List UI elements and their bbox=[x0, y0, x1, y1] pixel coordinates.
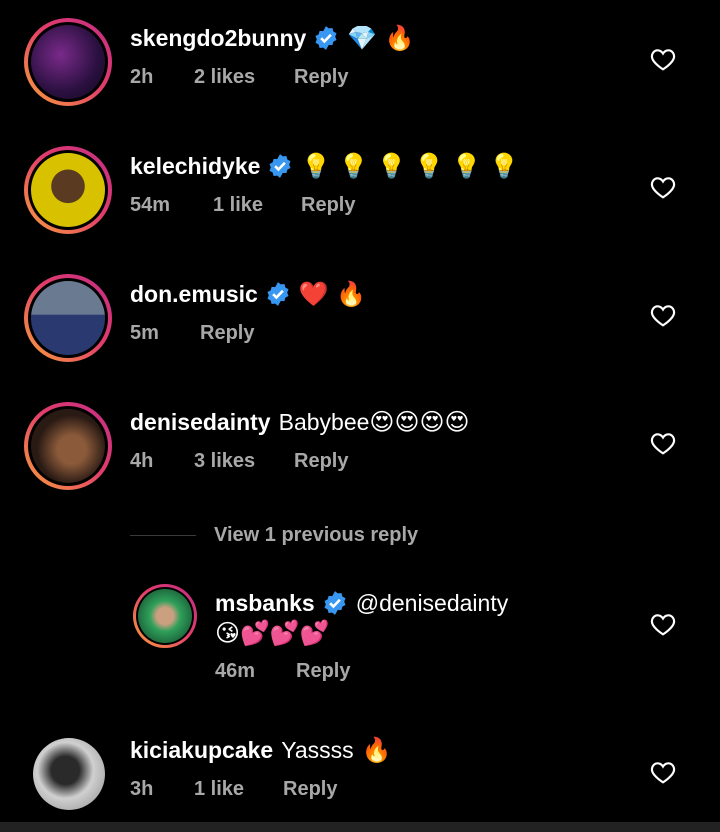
mention-link[interactable]: @denisedainty bbox=[356, 588, 509, 618]
like-heart-icon[interactable] bbox=[650, 431, 676, 455]
comment-emoji: 😘💕💕💕 bbox=[215, 619, 330, 647]
likes-count[interactable]: 1 like bbox=[194, 778, 244, 801]
comment-emoji: ❤️ 🔥 bbox=[298, 280, 367, 308]
avatar[interactable] bbox=[133, 584, 197, 648]
username[interactable]: denisedainty bbox=[130, 407, 271, 437]
avatar[interactable] bbox=[24, 146, 112, 234]
username[interactable]: skengdo2bunny bbox=[130, 23, 306, 53]
view-previous-replies[interactable]: View 1 previous reply bbox=[130, 520, 418, 550]
username[interactable]: kiciakupcake bbox=[130, 735, 273, 765]
comment-emoji: 💡 💡 💡 💡 💡 💡 bbox=[301, 152, 519, 180]
comment-text: Yassss bbox=[281, 737, 354, 763]
reply-button[interactable]: Reply bbox=[294, 450, 348, 473]
comment-time: 54m bbox=[130, 194, 171, 216]
comment-emoji: 🔥 bbox=[361, 736, 392, 764]
divider-line bbox=[130, 534, 196, 536]
like-heart-icon[interactable] bbox=[650, 47, 676, 71]
view-replies-label[interactable]: View 1 previous reply bbox=[214, 524, 418, 547]
avatar[interactable] bbox=[24, 274, 112, 362]
reply-button[interactable]: Reply bbox=[301, 194, 355, 217]
comment-emoji: 💎 🔥 bbox=[347, 24, 415, 52]
avatar[interactable] bbox=[33, 738, 105, 810]
bottom-bar bbox=[0, 822, 720, 832]
avatar[interactable] bbox=[24, 18, 112, 106]
likes-count[interactable]: 2 likes bbox=[194, 66, 255, 89]
likes-count[interactable]: 1 like bbox=[213, 194, 263, 217]
username[interactable]: msbanks bbox=[215, 588, 315, 618]
likes-count[interactable]: 3 likes bbox=[194, 450, 255, 473]
verified-badge-icon bbox=[267, 282, 289, 306]
reply-button[interactable]: Reply bbox=[296, 660, 350, 683]
reply-button[interactable]: Reply bbox=[294, 66, 348, 89]
username[interactable]: don.emusic bbox=[130, 279, 258, 309]
comment-text: Babybee bbox=[278, 409, 370, 435]
avatar[interactable] bbox=[24, 402, 112, 490]
verified-badge-icon bbox=[324, 591, 346, 615]
username[interactable]: kelechidyke bbox=[130, 151, 260, 181]
reply-button[interactable]: Reply bbox=[200, 322, 254, 345]
verified-badge-icon bbox=[315, 26, 337, 50]
comment-time: 3h bbox=[130, 778, 154, 800]
like-heart-icon[interactable] bbox=[650, 760, 676, 784]
comment-time: 2h bbox=[130, 66, 154, 88]
reply-button[interactable]: Reply bbox=[283, 778, 337, 801]
like-heart-icon[interactable] bbox=[650, 175, 676, 199]
like-heart-icon[interactable] bbox=[650, 303, 676, 327]
comment-time: 4h bbox=[130, 450, 154, 472]
comment-emoji: 😍😍😍😍 bbox=[369, 408, 470, 436]
like-heart-icon[interactable] bbox=[650, 612, 676, 636]
comment-time: 46m bbox=[215, 660, 256, 682]
verified-badge-icon bbox=[269, 154, 291, 178]
comment-time: 5m bbox=[130, 322, 159, 344]
